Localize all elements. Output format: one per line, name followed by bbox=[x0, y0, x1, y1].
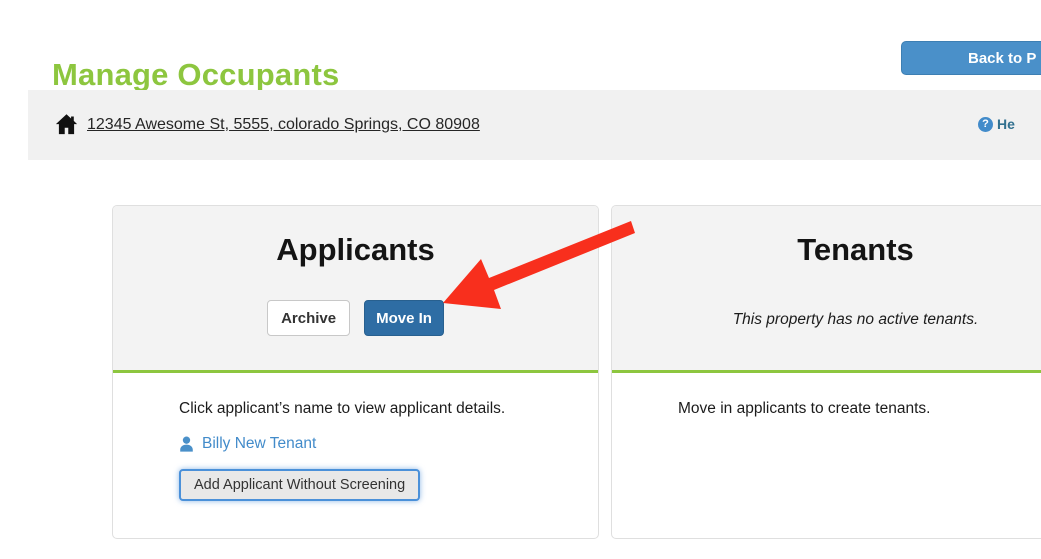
archive-button[interactable]: Archive bbox=[267, 300, 350, 336]
page-title: Manage Occupants bbox=[52, 57, 339, 93]
property-address-bar: 12345 Awesome St, 5555, colorado Springs… bbox=[28, 90, 1041, 160]
tenants-instruction: Move in applicants to create tenants. bbox=[678, 400, 1041, 418]
help-link[interactable]: ? He bbox=[978, 116, 1015, 132]
applicant-list-item: Billy New Tenant bbox=[179, 435, 598, 453]
property-address-link[interactable]: 12345 Awesome St, 5555, colorado Springs… bbox=[87, 116, 480, 134]
applicants-panel: Applicants Archive Move In Click applica… bbox=[112, 205, 599, 539]
applicant-link[interactable]: Billy New Tenant bbox=[202, 435, 316, 453]
applicants-title: Applicants bbox=[113, 231, 598, 269]
applicants-instruction: Click applicant’s name to view applicant… bbox=[179, 400, 598, 418]
help-link-label: He bbox=[997, 116, 1015, 132]
tenants-title: Tenants bbox=[612, 231, 1041, 269]
applicants-actions: Archive Move In bbox=[113, 300, 598, 336]
question-circle-icon: ? bbox=[978, 117, 993, 132]
applicants-panel-header: Applicants Archive Move In bbox=[113, 206, 598, 373]
back-to-property-button[interactable]: Back to P bbox=[901, 41, 1041, 75]
tenants-panel: Tenants This property has no active tena… bbox=[611, 205, 1041, 539]
move-in-button[interactable]: Move In bbox=[364, 300, 444, 336]
tenants-panel-body: Move in applicants to create tenants. bbox=[612, 373, 1041, 418]
home-icon bbox=[54, 112, 79, 137]
add-applicant-without-screening-button[interactable]: Add Applicant Without Screening bbox=[179, 469, 420, 501]
manage-occupants-page: Manage Occupants Back to P 12345 Awesome… bbox=[0, 0, 1041, 559]
user-icon bbox=[179, 436, 194, 452]
applicants-panel-body: Click applicant’s name to view applicant… bbox=[113, 373, 598, 501]
tenants-empty-notice: This property has no active tenants. bbox=[612, 311, 1041, 329]
tenants-panel-header: Tenants This property has no active tena… bbox=[612, 206, 1041, 373]
